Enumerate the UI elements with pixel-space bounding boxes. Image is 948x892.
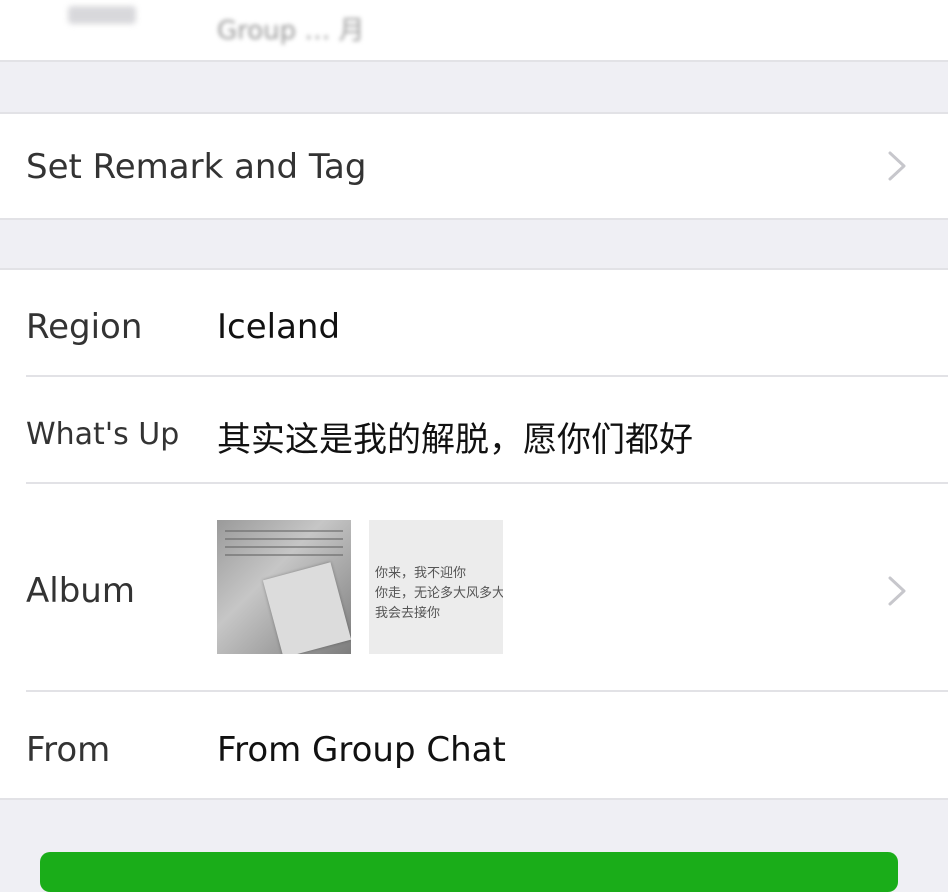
from-label: From — [26, 730, 111, 770]
from-value: From Group Chat — [217, 730, 506, 770]
album-label: Album — [26, 571, 135, 611]
whatsup-value: 其实这是我的解脱，愿你们都好 — [217, 420, 693, 460]
divider — [26, 690, 948, 692]
blurred-name — [68, 6, 136, 24]
set-remark-label: Set Remark and Tag — [26, 147, 367, 187]
profile-header: Group … 月 — [0, 0, 948, 60]
album-photo-2-line-1: 你来，我不迎你 — [375, 566, 467, 581]
divider — [0, 218, 948, 220]
chevron-right-icon — [882, 576, 912, 606]
album-photo-2-line-3: 我会去接你 — [375, 606, 441, 621]
album-photo-2-line-2: 你走，无论多大风多大 — [375, 586, 503, 601]
divider — [0, 798, 948, 800]
album-photo-2[interactable]: 你来，我不迎你 你走，无论多大风多大 我会去接你 — [369, 520, 503, 654]
divider — [26, 375, 948, 377]
set-remark-row[interactable]: Set Remark and Tag — [0, 114, 948, 218]
region-value: Iceland — [217, 307, 341, 347]
region-label: Region — [26, 307, 143, 347]
divider — [0, 60, 948, 62]
blurred-group-line: Group … 月 — [217, 16, 365, 46]
whatsup-label: What's Up — [26, 417, 180, 452]
album-photo-1[interactable] — [217, 520, 351, 654]
primary-action-button[interactable] — [40, 852, 898, 892]
chevron-right-icon — [882, 151, 912, 181]
